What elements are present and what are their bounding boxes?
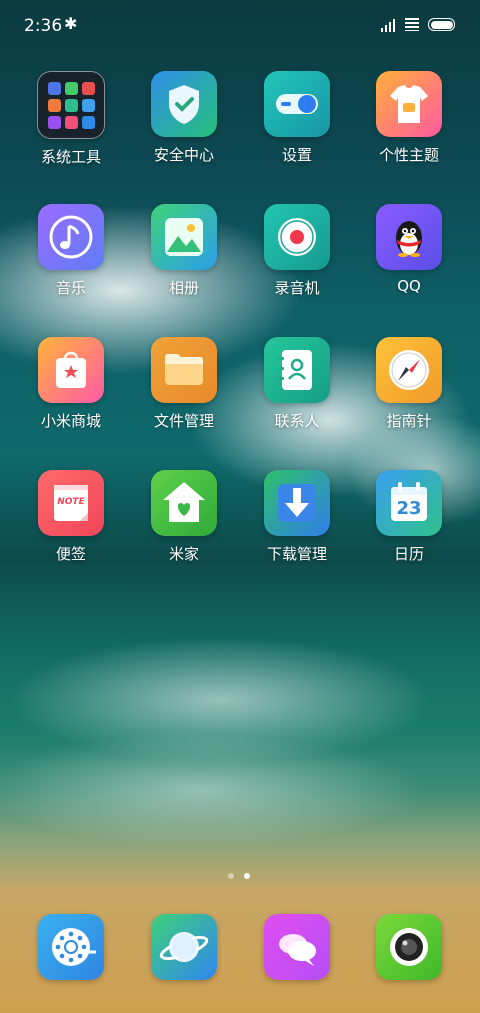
shopping-bag-icon xyxy=(38,337,104,403)
dock-browser[interactable] xyxy=(129,914,239,984)
note-icon-text: NOTE xyxy=(57,497,85,507)
toggle-icon xyxy=(264,71,330,137)
messages-icon xyxy=(264,914,330,980)
app-contacts[interactable]: 联系人 xyxy=(242,337,352,445)
app-security-center[interactable]: 安全中心 xyxy=(129,71,239,179)
data-icon xyxy=(405,18,419,31)
app-notes[interactable]: NOTE 便签 xyxy=(16,470,126,578)
compass-icon xyxy=(376,337,442,403)
contacts-icon xyxy=(264,337,330,403)
folder-files-icon xyxy=(151,337,217,403)
camera-icon xyxy=(376,914,442,980)
app-label: 设置 xyxy=(281,146,312,164)
app-settings[interactable]: 设置 xyxy=(242,71,352,179)
app-label: 文件管理 xyxy=(153,412,214,430)
status-time: 2:36 xyxy=(24,16,63,36)
download-icon xyxy=(264,470,330,536)
phone-dial-icon xyxy=(38,914,104,980)
status-bar: 2:36 ✱ xyxy=(0,0,480,52)
browser-planet-icon xyxy=(151,914,217,980)
app-label: 安全中心 xyxy=(153,146,214,164)
app-label: 小米商城 xyxy=(40,412,101,430)
signal-icon xyxy=(381,19,395,32)
dock-camera[interactable] xyxy=(354,914,464,984)
gallery-icon xyxy=(151,204,217,270)
app-label: 下载管理 xyxy=(266,545,327,563)
app-label: QQ xyxy=(397,277,421,295)
app-label: 联系人 xyxy=(274,412,320,430)
page-indicator xyxy=(228,872,254,880)
tshirt-icon xyxy=(376,71,442,137)
bluetooth-icon: ✱ xyxy=(64,14,78,33)
app-gallery[interactable]: 相册 xyxy=(129,204,239,312)
app-label: 系统工具 xyxy=(40,148,101,166)
app-label: 米家 xyxy=(168,545,199,563)
calendar-icon: 23 xyxy=(376,470,442,536)
app-mi-store[interactable]: 小米商城 xyxy=(16,337,126,445)
app-label: 日历 xyxy=(393,545,424,563)
app-label: 便签 xyxy=(55,545,86,563)
app-label: 指南针 xyxy=(386,412,432,430)
app-file-manager[interactable]: 文件管理 xyxy=(129,337,239,445)
music-note-icon xyxy=(38,204,104,270)
battery-icon xyxy=(428,18,455,31)
page-dot-active[interactable] xyxy=(244,873,250,879)
dock-messages[interactable] xyxy=(242,914,352,984)
app-system-tools[interactable]: 系统工具 xyxy=(16,71,126,179)
app-label: 音乐 xyxy=(55,279,86,297)
app-music[interactable]: 音乐 xyxy=(16,204,126,312)
app-calendar[interactable]: 23 日历 xyxy=(354,470,464,578)
penguin-icon xyxy=(376,204,442,270)
home-icon xyxy=(151,470,217,536)
note-icon: NOTE xyxy=(38,470,104,536)
folder-icon xyxy=(37,71,105,139)
shield-icon xyxy=(151,71,217,137)
app-downloads[interactable]: 下载管理 xyxy=(242,470,352,578)
app-recorder[interactable]: 录音机 xyxy=(242,204,352,312)
app-label: 相册 xyxy=(168,279,199,297)
calendar-day: 23 xyxy=(396,498,422,519)
app-compass[interactable]: 指南针 xyxy=(354,337,464,445)
app-label: 录音机 xyxy=(274,279,320,297)
app-label: 个性主题 xyxy=(378,146,439,164)
record-icon xyxy=(264,204,330,270)
page-dot[interactable] xyxy=(228,873,234,879)
dock-phone[interactable] xyxy=(16,914,126,984)
app-qq[interactable]: QQ xyxy=(354,204,464,312)
app-mi-home[interactable]: 米家 xyxy=(129,470,239,578)
app-themes[interactable]: 个性主题 xyxy=(354,71,464,179)
